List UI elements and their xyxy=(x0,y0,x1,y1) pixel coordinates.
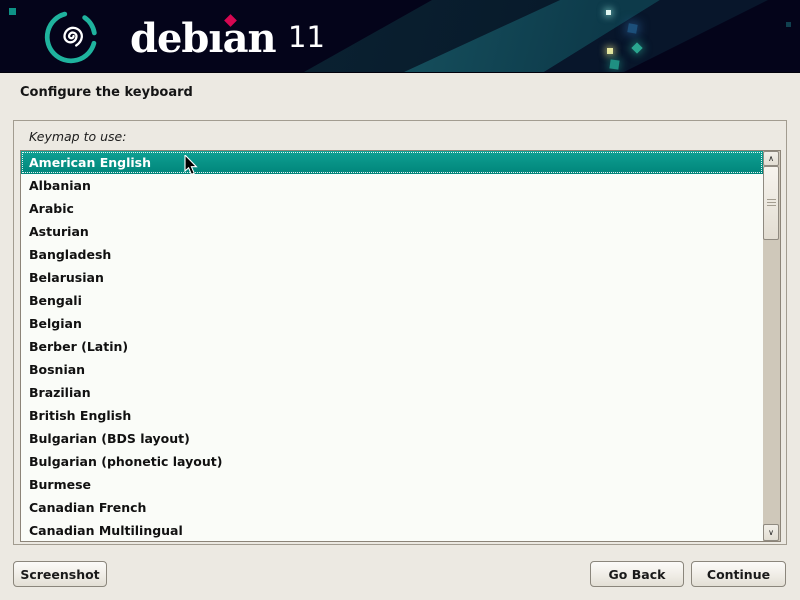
list-item[interactable]: Bengali xyxy=(21,289,763,312)
decor-square-teal xyxy=(609,59,619,69)
brand-label: debıan xyxy=(130,15,276,62)
scrollbar-grip-icon xyxy=(767,199,776,207)
scroll-up-button[interactable]: ∧ xyxy=(763,151,779,166)
decor-square-right xyxy=(786,22,791,27)
list-item[interactable]: Brazilian xyxy=(21,381,763,404)
screenshot-button[interactable]: Screenshot xyxy=(13,561,107,587)
chevron-down-icon: ∨ xyxy=(768,529,774,537)
list-item[interactable]: Albanian xyxy=(21,174,763,197)
screenshot-button-label: Screenshot xyxy=(20,567,99,582)
list-item[interactable]: Canadian French xyxy=(21,496,763,519)
decor-square-yellow xyxy=(607,48,613,54)
list-item[interactable]: Burmese xyxy=(21,473,763,496)
chevron-up-icon: ∧ xyxy=(768,155,774,163)
list-item[interactable]: Bulgarian (BDS layout) xyxy=(21,427,763,450)
go-back-button-label: Go Back xyxy=(609,567,666,582)
list-item[interactable]: Belarusian xyxy=(21,266,763,289)
keymap-label: Keymap to use: xyxy=(29,129,126,144)
list-item[interactable]: Belgian xyxy=(21,312,763,335)
scroll-down-button[interactable]: ∨ xyxy=(763,524,779,541)
debian-swirl-logo-icon xyxy=(40,5,102,67)
continue-button[interactable]: Continue xyxy=(691,561,786,587)
list-item[interactable]: Canadian Multilingual xyxy=(21,519,763,541)
list-item[interactable]: British English xyxy=(21,404,763,427)
decor-square-blue xyxy=(627,23,637,33)
scrollbar-thumb[interactable] xyxy=(763,166,779,240)
brand-version: 11 xyxy=(288,20,325,54)
list-item[interactable]: Bosnian xyxy=(21,358,763,381)
list-item[interactable]: Arabic xyxy=(21,197,763,220)
installer-banner: debıan 11 xyxy=(0,0,800,73)
keymap-frame: Keymap to use: American English Albanian… xyxy=(13,120,787,545)
list-scrollbar[interactable]: ∧ ∨ xyxy=(763,151,780,541)
go-back-button[interactable]: Go Back xyxy=(590,561,684,587)
brand-text: debıan xyxy=(130,15,276,61)
list-item[interactable]: Berber (Latin) xyxy=(21,335,763,358)
continue-button-label: Continue xyxy=(707,567,770,582)
decor-square-teal-left xyxy=(9,8,16,15)
list-item-selected[interactable]: American English xyxy=(21,151,763,174)
list-item[interactable]: Bulgarian (phonetic layout) xyxy=(21,450,763,473)
decor-square-white xyxy=(606,10,611,15)
list-item[interactable]: Bangladesh xyxy=(21,243,763,266)
keymap-listbox: American English Albanian Arabic Asturia… xyxy=(20,150,781,542)
page-title: Configure the keyboard xyxy=(20,85,193,100)
keymap-list: American English Albanian Arabic Asturia… xyxy=(21,151,763,541)
list-item[interactable]: Asturian xyxy=(21,220,763,243)
